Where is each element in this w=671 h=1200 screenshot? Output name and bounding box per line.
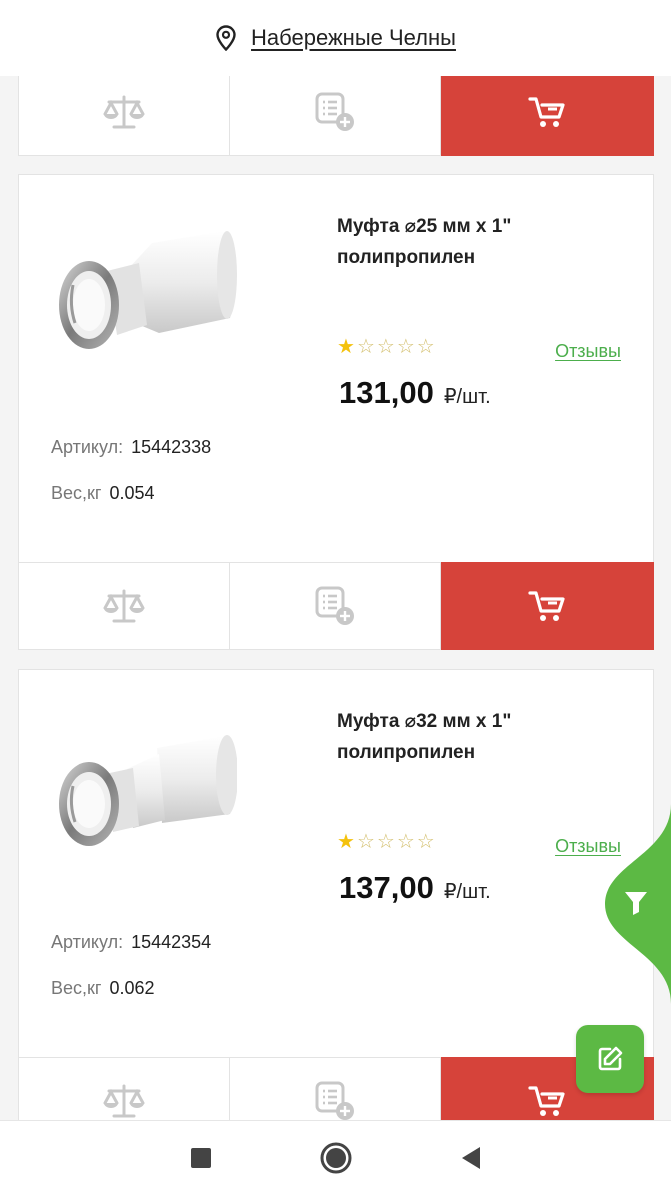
rating-stars: ★ ☆ ☆ ☆ ☆: [337, 337, 435, 357]
price-unit: ₽/шт.: [443, 881, 491, 903]
map-pin-icon: [216, 25, 236, 51]
product-card: Муфта ⌀25 мм х 1" полипропилен ★ ☆ ☆ ☆ ☆…: [18, 174, 654, 563]
triangle-back-icon: [461, 1147, 480, 1169]
city-selector[interactable]: Набережные Челны: [215, 25, 456, 51]
scales-icon: [103, 95, 145, 129]
cart-icon: [527, 1086, 565, 1116]
article-row: Артикул: 15442354: [51, 932, 211, 953]
weight-value: 0.062: [109, 978, 155, 998]
scales-icon: [103, 1084, 145, 1118]
price: 137,00 ₽/шт.: [339, 870, 491, 906]
add-to-cart-button[interactable]: [441, 562, 654, 650]
product-card: Муфта ⌀32 мм х 1" полипропилен ★ ☆ ☆ ☆ ☆…: [18, 669, 654, 1058]
product-image: [59, 735, 237, 846]
product-actions: [18, 68, 654, 156]
square-icon: [190, 1148, 211, 1168]
add-to-list-icon: [315, 92, 354, 131]
add-to-list-button[interactable]: [230, 563, 441, 649]
circle-icon: [320, 1142, 351, 1174]
city-name[interactable]: Набережные Челны: [251, 25, 456, 51]
reviews-link[interactable]: Отзывы: [555, 341, 621, 362]
add-to-cart-button[interactable]: [441, 68, 654, 156]
article-value: 15442354: [131, 932, 212, 952]
weight-row: Вес,кг 0.054: [51, 483, 155, 504]
star-empty-icon: ☆: [416, 831, 435, 853]
star-empty-icon: ☆: [376, 831, 395, 853]
back-button[interactable]: [460, 1146, 482, 1175]
weight-label: Вес,кг: [51, 483, 102, 503]
weight-value: 0.054: [109, 483, 155, 503]
compare-button[interactable]: [19, 563, 230, 649]
cart-icon: [527, 97, 565, 127]
catalog-page: Набережные Челны Муфта ⌀25 мм х 1" полип…: [0, 0, 671, 1200]
article-row: Артикул: 15442338: [51, 437, 211, 458]
home-button[interactable]: [320, 1142, 352, 1179]
weight-row: Вес,кг 0.062: [51, 978, 155, 999]
recent-apps-button[interactable]: [190, 1147, 212, 1174]
edit-icon: [598, 1046, 623, 1071]
price: 131,00 ₽/шт.: [339, 375, 491, 411]
star-filled-icon: ★: [337, 831, 355, 853]
add-to-list-icon: [315, 1081, 354, 1120]
rating-stars: ★ ☆ ☆ ☆ ☆: [337, 832, 435, 852]
edit-button[interactable]: [576, 1025, 644, 1093]
star-empty-icon: ☆: [356, 831, 375, 853]
star-empty-icon: ☆: [396, 336, 415, 358]
star-filled-icon: ★: [337, 336, 355, 358]
weight-label: Вес,кг: [51, 978, 102, 998]
system-nav-bar: [0, 1120, 671, 1200]
article-value: 15442338: [131, 437, 212, 457]
article-label: Артикул:: [51, 437, 124, 457]
product-image: [59, 231, 237, 349]
price-value: 131,00: [339, 375, 434, 410]
product-title[interactable]: Муфта ⌀25 мм х 1" полипропилен: [337, 211, 567, 273]
star-empty-icon: ☆: [396, 831, 415, 853]
star-empty-icon: ☆: [416, 336, 435, 358]
star-empty-icon: ☆: [356, 336, 375, 358]
star-empty-icon: ☆: [376, 336, 395, 358]
add-to-list-button[interactable]: [230, 69, 441, 155]
location-bar: Набережные Челны: [0, 0, 671, 76]
compare-button[interactable]: [19, 69, 230, 155]
cart-icon: [527, 591, 565, 621]
article-label: Артикул:: [51, 932, 124, 952]
add-to-list-icon: [315, 586, 354, 625]
price-unit: ₽/шт.: [443, 386, 491, 408]
scales-icon: [103, 589, 145, 623]
product-actions: [18, 562, 654, 650]
product-title[interactable]: Муфта ⌀32 мм х 1" полипропилен: [337, 706, 567, 768]
filter-button[interactable]: [601, 804, 671, 1004]
price-value: 137,00: [339, 870, 434, 905]
